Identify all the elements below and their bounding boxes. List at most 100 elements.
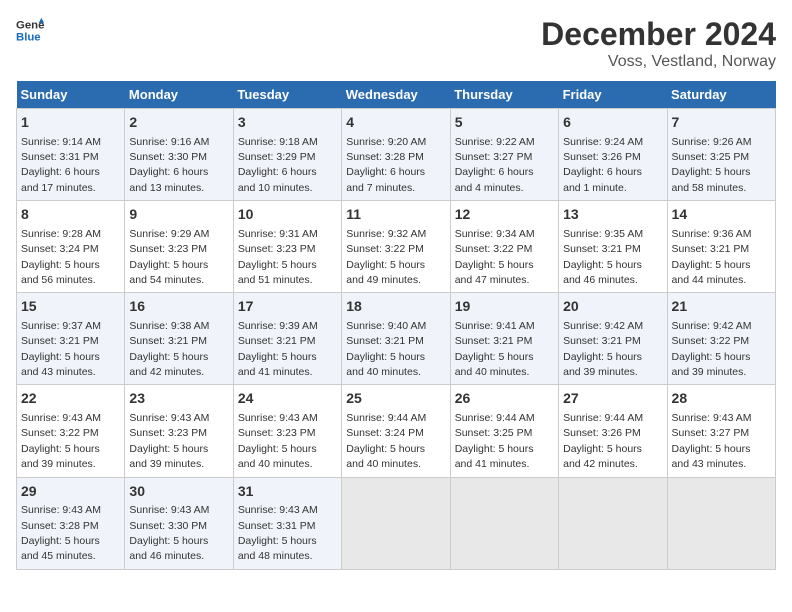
day-info: Sunrise: 9:38 AM Sunset: 3:21 PM Dayligh… <box>129 320 209 378</box>
day-info: Sunrise: 9:26 AM Sunset: 3:25 PM Dayligh… <box>672 136 752 194</box>
day-info: Sunrise: 9:44 AM Sunset: 3:25 PM Dayligh… <box>455 412 535 470</box>
day-info: Sunrise: 9:43 AM Sunset: 3:23 PM Dayligh… <box>129 412 209 470</box>
calendar-cell <box>559 477 667 569</box>
day-info: Sunrise: 9:42 AM Sunset: 3:22 PM Dayligh… <box>672 320 752 378</box>
day-number: 27 <box>563 389 662 409</box>
day-info: Sunrise: 9:39 AM Sunset: 3:21 PM Dayligh… <box>238 320 318 378</box>
day-number: 7 <box>672 113 771 133</box>
week-row-1: 1 Sunrise: 9:14 AM Sunset: 3:31 PM Daylig… <box>17 109 776 201</box>
day-number: 14 <box>672 205 771 225</box>
day-number: 20 <box>563 297 662 317</box>
title-area: December 2024 Voss, Vestland, Norway <box>541 16 776 71</box>
day-number: 26 <box>455 389 554 409</box>
day-number: 12 <box>455 205 554 225</box>
header-cell-wednesday: Wednesday <box>342 81 450 109</box>
header-cell-friday: Friday <box>559 81 667 109</box>
day-info: Sunrise: 9:37 AM Sunset: 3:21 PM Dayligh… <box>21 320 101 378</box>
calendar-cell: 15 Sunrise: 9:37 AM Sunset: 3:21 PM Dayli… <box>17 293 125 385</box>
day-info: Sunrise: 9:43 AM Sunset: 3:31 PM Dayligh… <box>238 504 318 562</box>
day-info: Sunrise: 9:20 AM Sunset: 3:28 PM Dayligh… <box>346 136 426 194</box>
day-info: Sunrise: 9:14 AM Sunset: 3:31 PM Dayligh… <box>21 136 101 194</box>
day-info: Sunrise: 9:32 AM Sunset: 3:22 PM Dayligh… <box>346 228 426 286</box>
calendar-cell: 14 Sunrise: 9:36 AM Sunset: 3:21 PM Dayli… <box>667 201 775 293</box>
header-cell-saturday: Saturday <box>667 81 775 109</box>
calendar-cell: 29Sunrise: 9:43 AM Sunset: 3:28 PM Dayli… <box>17 477 125 569</box>
calendar-cell: 31Sunrise: 9:43 AM Sunset: 3:31 PM Dayli… <box>233 477 341 569</box>
day-number: 25 <box>346 389 445 409</box>
calendar-cell: 13 Sunrise: 9:35 AM Sunset: 3:21 PM Dayli… <box>559 201 667 293</box>
day-number: 29 <box>21 482 120 502</box>
day-number: 17 <box>238 297 337 317</box>
day-number: 10 <box>238 205 337 225</box>
header-cell-thursday: Thursday <box>450 81 558 109</box>
day-info: Sunrise: 9:43 AM Sunset: 3:30 PM Dayligh… <box>129 504 209 562</box>
week-row-5: 29Sunrise: 9:43 AM Sunset: 3:28 PM Dayli… <box>17 477 776 569</box>
day-number: 2 <box>129 113 228 133</box>
calendar-cell: 6 Sunrise: 9:24 AM Sunset: 3:26 PM Daylig… <box>559 109 667 201</box>
calendar-cell: 20 Sunrise: 9:42 AM Sunset: 3:21 PM Dayli… <box>559 293 667 385</box>
day-number: 15 <box>21 297 120 317</box>
day-number: 24 <box>238 389 337 409</box>
subtitle: Voss, Vestland, Norway <box>541 53 776 71</box>
day-info: Sunrise: 9:41 AM Sunset: 3:21 PM Dayligh… <box>455 320 535 378</box>
day-info: Sunrise: 9:43 AM Sunset: 3:23 PM Dayligh… <box>238 412 318 470</box>
day-info: Sunrise: 9:22 AM Sunset: 3:27 PM Dayligh… <box>455 136 535 194</box>
day-number: 13 <box>563 205 662 225</box>
day-number: 19 <box>455 297 554 317</box>
calendar-cell: 3 Sunrise: 9:18 AM Sunset: 3:29 PM Daylig… <box>233 109 341 201</box>
calendar-cell <box>450 477 558 569</box>
calendar-cell: 19 Sunrise: 9:41 AM Sunset: 3:21 PM Dayli… <box>450 293 558 385</box>
calendar-cell <box>667 477 775 569</box>
calendar-cell: 17 Sunrise: 9:39 AM Sunset: 3:21 PM Dayli… <box>233 293 341 385</box>
day-info: Sunrise: 9:44 AM Sunset: 3:24 PM Dayligh… <box>346 412 426 470</box>
day-info: Sunrise: 9:40 AM Sunset: 3:21 PM Dayligh… <box>346 320 426 378</box>
day-info: Sunrise: 9:18 AM Sunset: 3:29 PM Dayligh… <box>238 136 318 194</box>
calendar-body: 1 Sunrise: 9:14 AM Sunset: 3:31 PM Daylig… <box>17 109 776 570</box>
day-number: 8 <box>21 205 120 225</box>
day-number: 21 <box>672 297 771 317</box>
day-number: 18 <box>346 297 445 317</box>
calendar-cell: 27 Sunrise: 9:44 AM Sunset: 3:26 PM Dayli… <box>559 385 667 477</box>
header: General Blue December 2024 Voss, Vestlan… <box>16 16 776 71</box>
day-number: 30 <box>129 482 228 502</box>
day-info: Sunrise: 9:44 AM Sunset: 3:26 PM Dayligh… <box>563 412 643 470</box>
svg-text:Blue: Blue <box>16 32 41 44</box>
logo: General Blue <box>16 16 44 44</box>
calendar-cell: 5 Sunrise: 9:22 AM Sunset: 3:27 PM Daylig… <box>450 109 558 201</box>
day-number: 31 <box>238 482 337 502</box>
day-info: Sunrise: 9:31 AM Sunset: 3:23 PM Dayligh… <box>238 228 318 286</box>
main-title: December 2024 <box>541 16 776 53</box>
calendar-cell: 24 Sunrise: 9:43 AM Sunset: 3:23 PM Dayli… <box>233 385 341 477</box>
day-number: 3 <box>238 113 337 133</box>
calendar-table: SundayMondayTuesdayWednesdayThursdayFrid… <box>16 81 776 570</box>
day-info: Sunrise: 9:29 AM Sunset: 3:23 PM Dayligh… <box>129 228 209 286</box>
day-info: Sunrise: 9:34 AM Sunset: 3:22 PM Dayligh… <box>455 228 535 286</box>
day-number: 16 <box>129 297 228 317</box>
day-info: Sunrise: 9:28 AM Sunset: 3:24 PM Dayligh… <box>21 228 101 286</box>
day-number: 9 <box>129 205 228 225</box>
day-info: Sunrise: 9:36 AM Sunset: 3:21 PM Dayligh… <box>672 228 752 286</box>
day-number: 5 <box>455 113 554 133</box>
day-info: Sunrise: 9:35 AM Sunset: 3:21 PM Dayligh… <box>563 228 643 286</box>
day-info: Sunrise: 9:42 AM Sunset: 3:21 PM Dayligh… <box>563 320 643 378</box>
calendar-cell: 9 Sunrise: 9:29 AM Sunset: 3:23 PM Daylig… <box>125 201 233 293</box>
header-cell-tuesday: Tuesday <box>233 81 341 109</box>
calendar-cell: 11Sunrise: 9:32 AM Sunset: 3:22 PM Dayli… <box>342 201 450 293</box>
calendar-cell: 25 Sunrise: 9:44 AM Sunset: 3:24 PM Dayli… <box>342 385 450 477</box>
calendar-cell: 1 Sunrise: 9:14 AM Sunset: 3:31 PM Daylig… <box>17 109 125 201</box>
calendar-cell: 23 Sunrise: 9:43 AM Sunset: 3:23 PM Dayli… <box>125 385 233 477</box>
calendar-cell: 10 Sunrise: 9:31 AM Sunset: 3:23 PM Dayli… <box>233 201 341 293</box>
day-info: Sunrise: 9:24 AM Sunset: 3:26 PM Dayligh… <box>563 136 643 194</box>
calendar-cell: 7 Sunrise: 9:26 AM Sunset: 3:25 PM Daylig… <box>667 109 775 201</box>
day-info: Sunrise: 9:16 AM Sunset: 3:30 PM Dayligh… <box>129 136 209 194</box>
header-cell-monday: Monday <box>125 81 233 109</box>
header-cell-sunday: Sunday <box>17 81 125 109</box>
day-number: 1 <box>21 113 120 133</box>
logo-icon: General Blue <box>16 16 44 44</box>
day-number: 23 <box>129 389 228 409</box>
day-number: 22 <box>21 389 120 409</box>
calendar-cell: 26 Sunrise: 9:44 AM Sunset: 3:25 PM Dayli… <box>450 385 558 477</box>
day-number: 6 <box>563 113 662 133</box>
week-row-4: 22Sunrise: 9:43 AM Sunset: 3:22 PM Dayli… <box>17 385 776 477</box>
calendar-cell: 18 Sunrise: 9:40 AM Sunset: 3:21 PM Dayli… <box>342 293 450 385</box>
